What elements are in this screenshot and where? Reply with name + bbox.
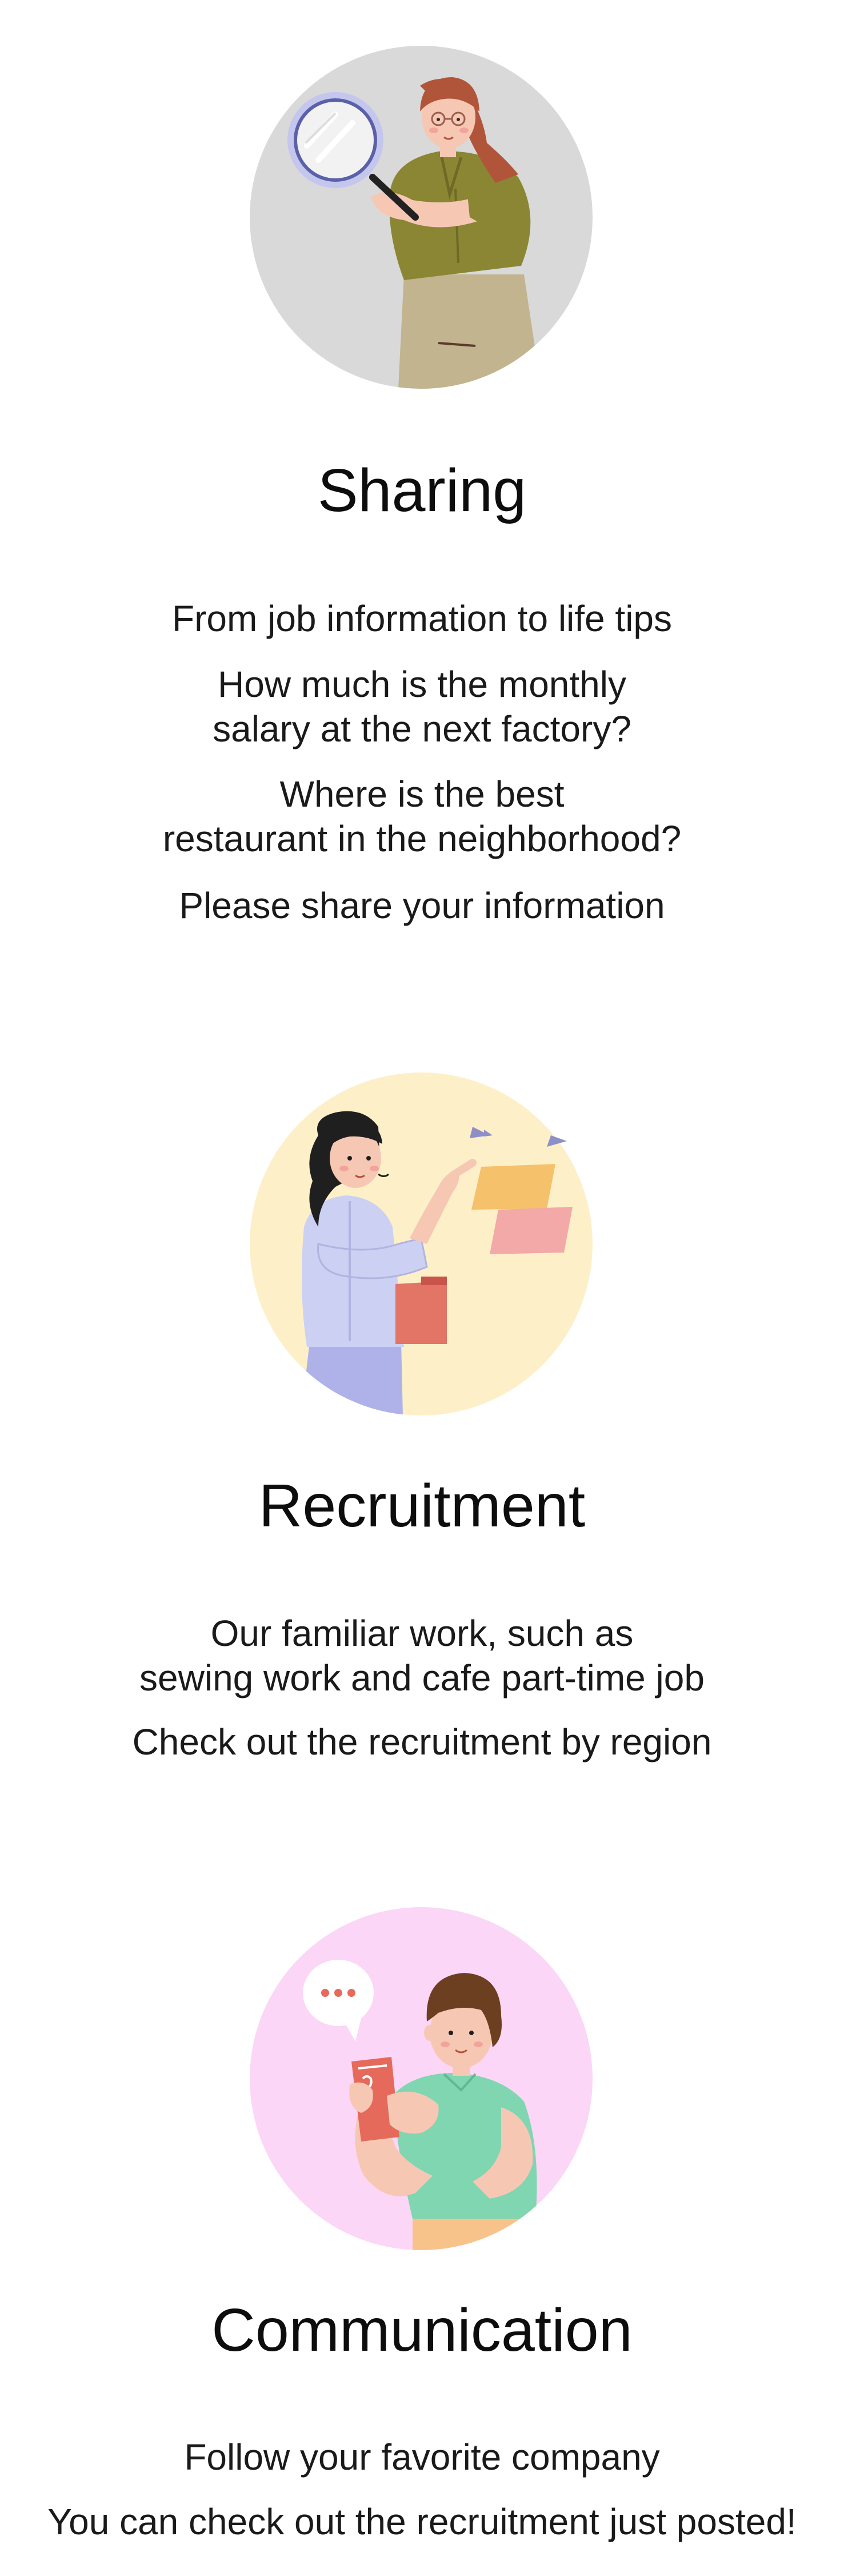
woman-pointing-icon [250,1072,593,1415]
text-line: restaurant in the neighborhood? [162,818,682,859]
section-title-recruitment: Recruitment [258,1472,586,1540]
recruitment-illustration [250,1072,593,1415]
communication-paragraph-2: You can check out the recruitment just p… [0,2499,844,2544]
sharing-paragraph-3: Where is the best restaurant in the neig… [0,772,844,861]
section-title-communication: Communication [211,2296,633,2364]
text-line: Check out the recruitment by region [132,1721,712,1762]
text-line: How much is the monthly [218,664,626,705]
communication-illustration [250,1907,593,2250]
text-line: Follow your favorite company [184,2437,660,2478]
sharing-paragraph-4: Please share your information [0,883,844,928]
sharing-paragraph-1: From job information to life tips [0,596,844,641]
sharing-illustration [250,46,593,389]
text-line: From job information to life tips [172,598,672,639]
text-line: salary at the next factory? [213,708,631,749]
text-line: sewing work and cafe part-time job [139,1657,705,1698]
man-phone-icon [250,1907,593,2250]
text-line: You can check out the recruitment just p… [47,2501,797,2542]
section-title-sharing: Sharing [317,457,527,524]
text-line: Please share your information [179,885,665,926]
text-line: Our familiar work, such as [210,1613,634,1654]
recruitment-paragraph-1: Our familiar work, such as sewing work a… [0,1611,844,1700]
recruitment-paragraph-2: Check out the recruitment by region [0,1720,844,1764]
woman-magnifier-icon [250,46,593,389]
text-line: Where is the best [279,773,565,815]
communication-paragraph-1: Follow your favorite company [0,2435,844,2479]
sharing-paragraph-2: How much is the monthly salary at the ne… [0,662,844,751]
